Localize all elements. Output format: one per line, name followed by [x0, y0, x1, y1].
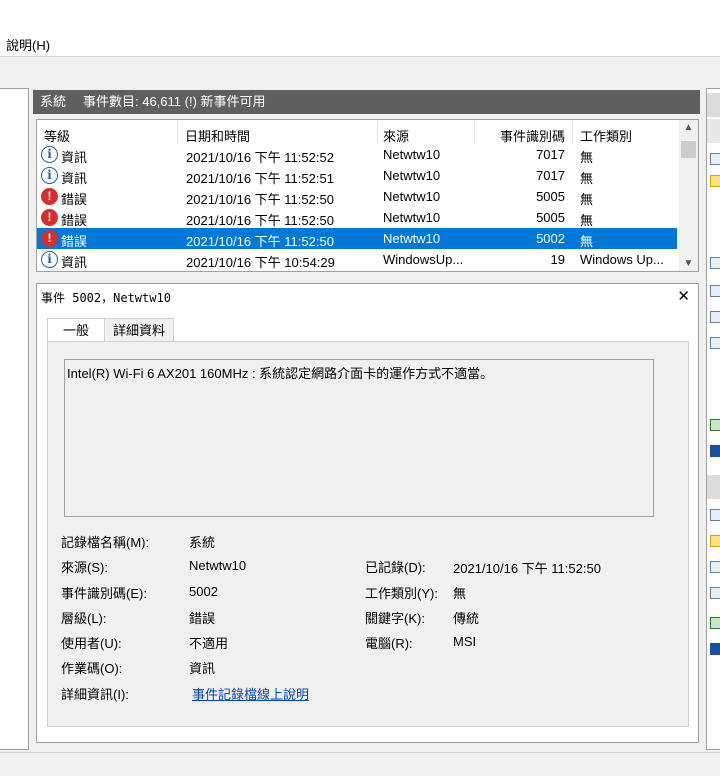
- log-name: 系統: [40, 94, 67, 109]
- label-task-category: 工作類別(Y):: [365, 586, 438, 601]
- attach-task-event-icon[interactable]: [710, 535, 720, 547]
- value-event-id: 5002: [189, 584, 218, 599]
- event-row-selected[interactable]: ! 錯誤 2021/10/16 下午 11:52:50 Netwtw10 500…: [37, 228, 677, 249]
- event-log-online-help-link[interactable]: 事件記錄檔線上說明: [192, 684, 309, 703]
- tab-general[interactable]: 一般: [47, 318, 105, 343]
- value-keywords: 傳統: [453, 611, 480, 626]
- filter-icon[interactable]: [710, 175, 720, 187]
- actions-subheader[interactable]: [707, 119, 720, 143]
- close-icon[interactable]: ✕: [677, 287, 690, 305]
- label-logged: 已記錄(D):: [365, 560, 426, 575]
- event-description[interactable]: Intel(R) Wi-Fi 6 AX201 160MHz : 系統認定網路介面…: [64, 359, 654, 517]
- actions-section-header[interactable]: [707, 93, 720, 117]
- menu-bar: 說明(H): [0, 0, 720, 57]
- scroll-up-icon[interactable]: ▲: [679, 122, 698, 133]
- label-user: 使用者(U):: [61, 636, 122, 651]
- event-row[interactable]: i 資訊 2021/10/16 下午 11:52:52 Netwtw10 701…: [37, 144, 677, 165]
- value-log-name: 系統: [189, 535, 216, 550]
- column-source[interactable]: 來源: [383, 126, 409, 145]
- column-header: 等級 日期和時間 來源 事件識別碼 工作類別: [37, 120, 677, 144]
- label-level: 層級(L):: [61, 611, 107, 626]
- value-source: Netwtw10: [189, 558, 247, 573]
- find-icon[interactable]: [710, 257, 720, 269]
- event-viewer-center: 系統 事件數目: 46,611 (!) 新事件可用 等級 日期和時間 來源 事件…: [33, 90, 700, 746]
- menu-help[interactable]: 說明(H): [6, 35, 50, 54]
- log-header: 系統 事件數目: 46,611 (!) 新事件可用: [33, 90, 700, 114]
- value-logged: 2021/10/16 下午 11:52:50: [453, 561, 601, 576]
- label-event-id: 事件識別碼(E):: [61, 586, 147, 601]
- event-list-scrollbar[interactable]: ▲ ▼: [679, 120, 698, 271]
- value-task-category: 無: [453, 586, 467, 601]
- column-level[interactable]: 等級: [44, 126, 70, 145]
- label-computer: 電腦(R):: [365, 636, 413, 651]
- label-log-name: 記錄檔名稱(M):: [61, 535, 150, 550]
- value-computer: MSI: [453, 634, 477, 649]
- actions-pane: [706, 88, 720, 750]
- info-icon: i: [41, 251, 58, 268]
- scroll-down-icon[interactable]: ▼: [679, 258, 698, 269]
- label-more-info: 詳細資訊(I):: [61, 687, 129, 702]
- scroll-thumb[interactable]: [681, 141, 696, 158]
- value-level: 錯誤: [189, 611, 216, 626]
- event-list[interactable]: 等級 日期和時間 來源 事件識別碼 工作類別 i 資訊 2021/10/16 下…: [36, 119, 699, 272]
- event-actions-header[interactable]: [707, 475, 720, 499]
- help-event-icon[interactable]: [710, 643, 720, 655]
- event-row[interactable]: i 資訊 2021/10/16 下午 10:54:29 WindowsUp...…: [37, 249, 677, 270]
- refresh-event-icon[interactable]: [710, 617, 720, 629]
- info-icon: i: [41, 146, 58, 163]
- error-icon: !: [41, 209, 58, 226]
- event-detail-pane: 事件 5002，Netwtw10 ✕ 一般 詳細資料 Intel(R) Wi-F…: [36, 283, 699, 743]
- event-count-summary: 事件數目: 46,611 (!) 新事件可用: [83, 94, 266, 109]
- event-properties-icon[interactable]: [710, 509, 720, 521]
- refresh-icon[interactable]: [710, 419, 720, 431]
- value-user: 不適用: [189, 636, 229, 651]
- save-selected-icon[interactable]: [710, 587, 720, 599]
- error-icon: !: [41, 230, 58, 247]
- event-row[interactable]: ! 錯誤 2021/10/16 下午 11:52:50 Netwtw10 500…: [37, 207, 677, 228]
- event-row[interactable]: ! 錯誤 2021/10/16 下午 11:52:50 Netwtw10 500…: [37, 186, 677, 207]
- info-icon: i: [41, 167, 58, 184]
- view-icon[interactable]: [710, 337, 720, 349]
- general-tab-body: Intel(R) Wi-Fi 6 AX201 160MHz : 系統認定網路介面…: [47, 341, 689, 727]
- value-opcode: 資訊: [189, 661, 216, 676]
- tab-details[interactable]: 詳細資料: [104, 318, 174, 343]
- open-log-icon[interactable]: [710, 153, 720, 165]
- column-task-category[interactable]: 工作類別: [580, 126, 632, 145]
- column-datetime[interactable]: 日期和時間: [185, 126, 250, 145]
- copy-icon[interactable]: [710, 561, 720, 573]
- toolbar-band: [0, 57, 720, 81]
- attach-task-icon[interactable]: [710, 311, 720, 323]
- column-event-id[interactable]: 事件識別碼: [500, 126, 565, 145]
- label-opcode: 作業碼(O):: [61, 661, 123, 676]
- save-icon[interactable]: [710, 285, 720, 297]
- label-source: 來源(S):: [61, 560, 108, 575]
- error-icon: !: [41, 188, 58, 205]
- label-keywords: 關鍵字(K):: [365, 611, 425, 626]
- help-icon[interactable]: [710, 445, 720, 457]
- console-tree-pane[interactable]: [0, 88, 29, 750]
- event-detail-title: 事件 5002，Netwtw10: [41, 291, 171, 305]
- status-bar: [0, 752, 720, 776]
- event-row[interactable]: i 資訊 2021/10/16 下午 11:52:51 Netwtw10 701…: [37, 165, 677, 186]
